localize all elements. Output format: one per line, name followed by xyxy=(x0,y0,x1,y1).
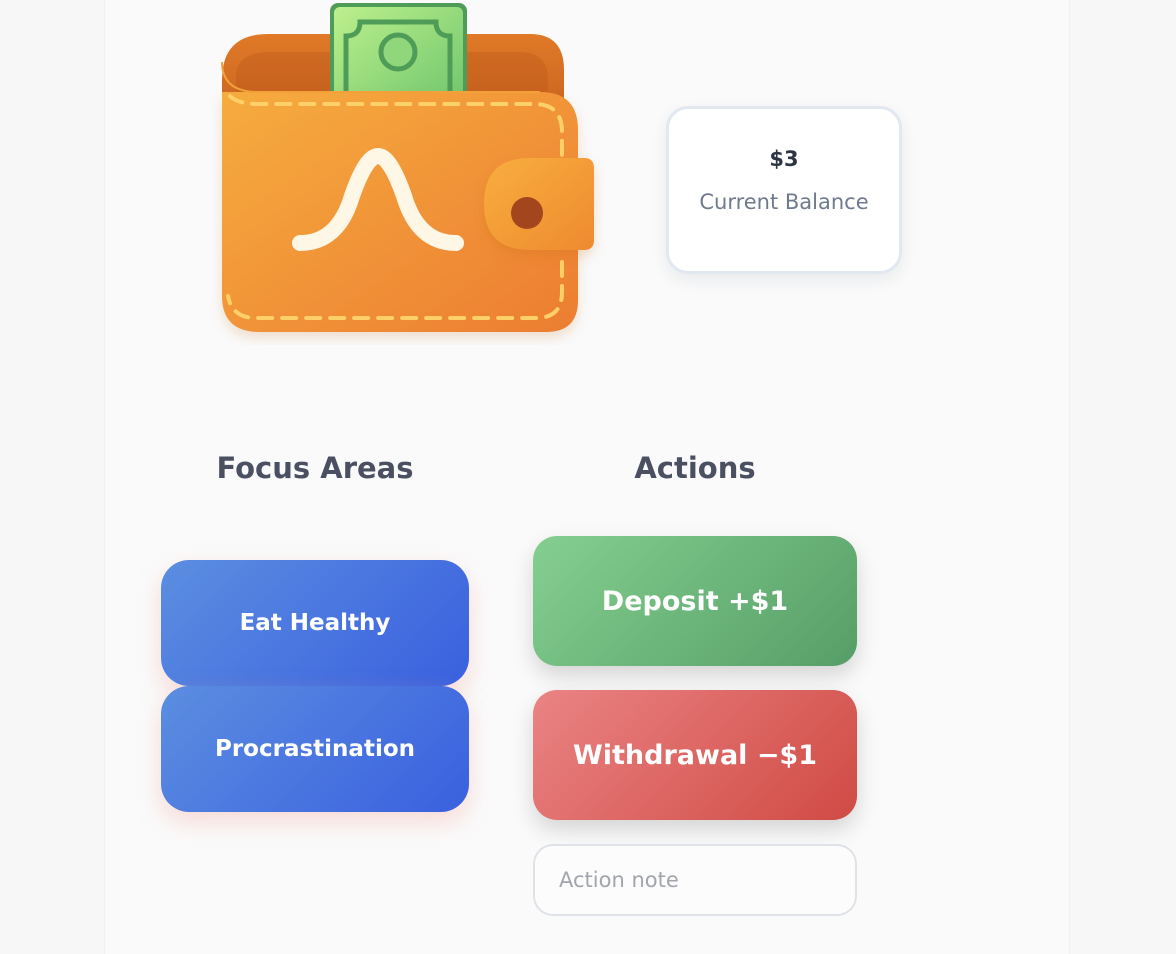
focus-procrastination-button[interactable]: Procrastination xyxy=(161,686,469,812)
actions-title: Actions xyxy=(634,451,756,485)
action-note-input[interactable] xyxy=(533,844,857,916)
focus-eat-healthy-button[interactable]: Eat Healthy xyxy=(161,560,469,686)
balance-amount: $3 xyxy=(769,147,799,171)
balance-label: Current Balance xyxy=(699,190,869,214)
focus-areas-title: Focus Areas xyxy=(216,451,414,485)
deposit-button[interactable]: Deposit +$1 xyxy=(533,536,857,666)
withdraw-button[interactable]: Withdrawal −$1 xyxy=(533,690,857,820)
wallet-icon xyxy=(221,3,594,332)
balance-card: $3 Current Balance xyxy=(666,106,902,274)
